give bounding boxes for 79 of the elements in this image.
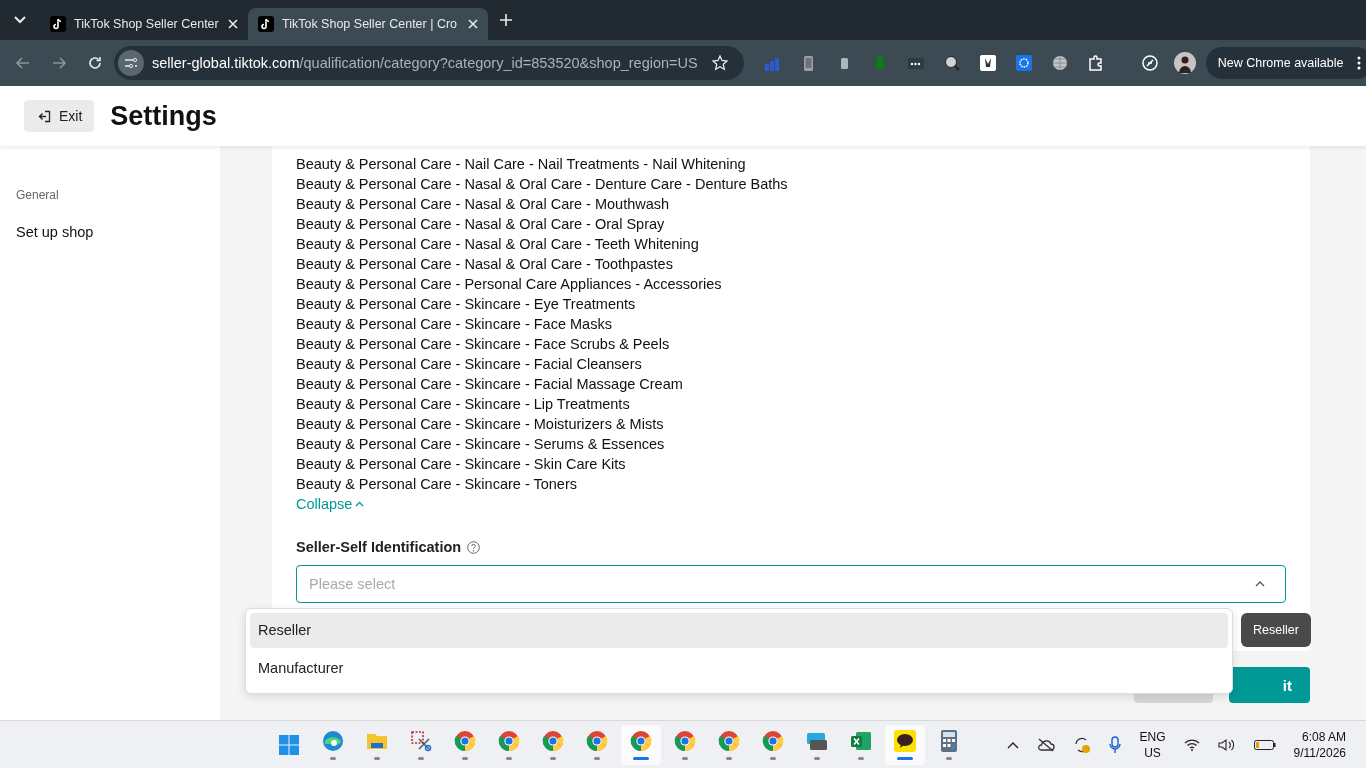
taskbar-app[interactable] [885,724,925,765]
clock[interactable]: 6:08 AM 9/11/2026 [1293,728,1346,761]
chrome-icon [761,729,785,753]
address-bar[interactable]: seller-global.tiktok.com/qualification/category?category_id=853520&shop_region=US [114,46,744,80]
chevron-up-icon[interactable] [1007,740,1020,749]
submit-button[interactable]: it [1229,667,1310,703]
chat-icon [893,729,917,753]
chevron-up-icon [355,501,365,507]
collapse-link[interactable]: Collapse [296,494,365,514]
browser-tab[interactable]: TikTok Shop Seller Center [40,8,248,40]
avatar-icon[interactable] [1173,52,1196,74]
chrome-icon [717,729,741,753]
tab-list-icon[interactable] [14,16,26,24]
close-icon[interactable] [468,19,478,29]
category-line: Beauty & Personal Care - Nasal & Oral Care - Denture Care - Denture Baths [296,175,789,194]
speaker-icon[interactable] [1217,737,1236,752]
dropdown-option[interactable]: Reseller [250,613,1228,648]
language-indicator[interactable]: ENG US [1139,728,1166,761]
category-line: Beauty & Personal Care - Skincare - Facial Cleansers [296,355,643,374]
scissors-icon [409,729,433,753]
chrome-icon [453,729,477,753]
more-icon [1357,56,1362,70]
chrome-icon [673,729,697,753]
page-title: Settings [110,100,217,132]
magnifier-icon[interactable] [943,55,960,71]
url-text: seller-global.tiktok.com/qualification/category?category_id=853520&shop_region=US [152,55,698,71]
dropdown-option[interactable]: Manufacturer [250,651,1228,686]
category-line: Beauty & Personal Care - Skincare - Facial Massage Cream [296,375,684,394]
sidebar-item[interactable]: Set up shop [16,224,204,240]
close-icon[interactable] [228,19,238,29]
category-line: Beauty & Personal Care - Skincare - Face Scrubs & Peels [296,335,671,354]
spreadsheet-icon [849,729,873,753]
globe-icon[interactable] [1051,55,1068,71]
category-line: Beauty & Personal Care - Skincare - Lip Treatments [296,395,631,414]
forward-icon[interactable] [52,57,66,69]
cloud-off-icon[interactable] [1037,737,1056,752]
update-button[interactable]: New Chrome available [1205,47,1366,79]
tab-title: TikTok Shop Seller Center | Cro [282,17,459,31]
category-line: Beauty & Personal Care - Personal Care Appliances - Accessories [296,275,723,294]
chrome-icon [585,729,609,753]
category-line: Beauty & Personal Care - Nail Care - Nail Treatments - Nail Whitening [296,155,747,174]
tiktok-icon [258,16,274,32]
category-line: Beauty & Personal Care - Nasal & Oral Care - Toothpastes [296,255,674,274]
sync-icon[interactable] [1073,735,1092,754]
reload-icon[interactable] [88,56,102,70]
back-icon[interactable] [16,57,30,69]
chevron-up-icon [1255,581,1265,587]
category-line: Beauty & Personal Care - Nasal & Oral Care - Mouthwash [296,195,671,214]
chrome-icon [497,729,521,753]
category-line: Beauty & Personal Care - Nasal & Oral Care - Teeth Whitening [296,235,700,254]
browser-icon [321,729,345,753]
browser-tab[interactable]: TikTok Shop Seller Center | Cro [248,8,488,40]
battery-icon[interactable] [1253,738,1276,751]
exit-button[interactable]: Exit [24,100,95,132]
windows-icon [277,732,301,757]
site-settings-icon [118,50,144,76]
tiktok-icon [50,16,66,32]
tab-title: TikTok Shop Seller Center [74,17,220,31]
puzzle-icon[interactable] [1087,55,1104,71]
microphone-icon[interactable] [1109,735,1122,754]
dots-icon[interactable] [907,55,924,71]
star-icon[interactable] [711,55,728,71]
category-line: Beauty & Personal Care - Skincare - Serums & Essences [296,435,666,454]
sidebar-section-label: General [16,188,60,202]
category-line: Beauty & Personal Care - Nasal & Oral Care - Oral Spray [296,215,666,234]
field-label: Seller-Self Identification [296,539,462,555]
tooltip: Reseller [1241,613,1311,647]
chrome-icon [629,729,653,753]
category-line: Beauty & Personal Care - Skincare - Toners [296,475,578,494]
snowflake-icon[interactable] [1015,55,1032,71]
chrome-icon [541,729,565,753]
wifi-icon[interactable] [1183,738,1200,751]
exit-icon [38,109,51,123]
category-line: Beauty & Personal Care - Skincare - Skin Care Kits [296,455,627,474]
help-icon [467,540,481,554]
new-tab-icon[interactable] [500,14,512,26]
category-line: Beauty & Personal Care - Skincare - Face Masks [296,315,613,334]
category-line: Beauty & Personal Care - Skincare - Moisturizers & Mists [296,415,665,434]
category-line: Beauty & Personal Care - Skincare - Eye Treatments [296,295,637,314]
